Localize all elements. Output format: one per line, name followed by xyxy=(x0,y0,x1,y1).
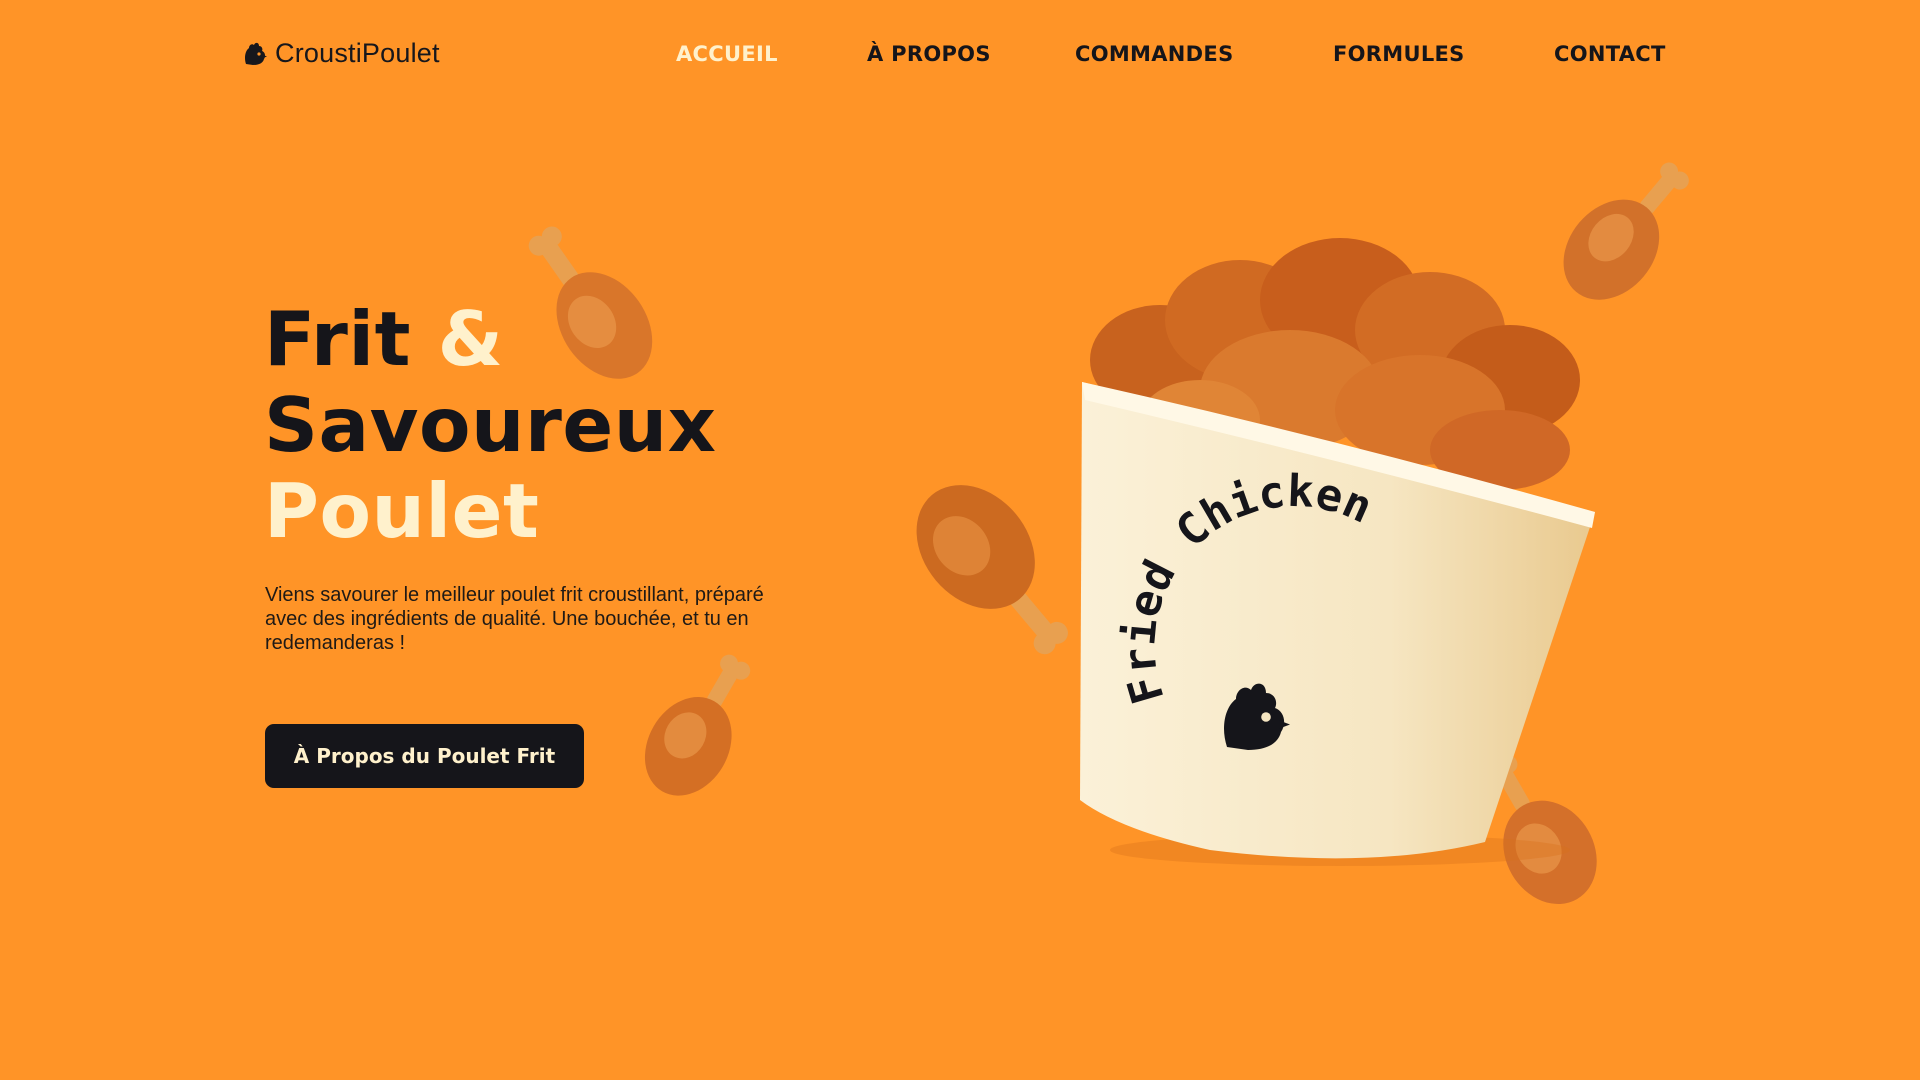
nav-link-a-propos[interactable]: À PROPOS xyxy=(867,42,991,66)
headline-word-poulet: Poulet xyxy=(264,467,540,555)
drumstick-image xyxy=(528,226,653,379)
nav-link-contact[interactable]: CONTACT xyxy=(1554,42,1666,66)
about-fried-chicken-button[interactable]: À Propos du Poulet Frit xyxy=(265,724,584,788)
drumstick-image xyxy=(644,654,751,796)
nav-link-formules[interactable]: FORMULES xyxy=(1333,42,1465,66)
nav-link-accueil[interactable]: ACCUEIL xyxy=(676,42,778,66)
hero-description: Viens savourer le meilleur poulet frit c… xyxy=(265,584,764,654)
fried-chicken-bucket-image: Fried Chicken xyxy=(1080,238,1595,866)
headline-ampersand: & xyxy=(437,295,504,383)
main-nav: ACCUEIL À PROPOS COMMANDES FORMULES CONT… xyxy=(0,42,1920,72)
nav-link-commandes[interactable]: COMMANDES xyxy=(1075,42,1234,66)
headline-word-frit: Frit xyxy=(264,295,411,383)
